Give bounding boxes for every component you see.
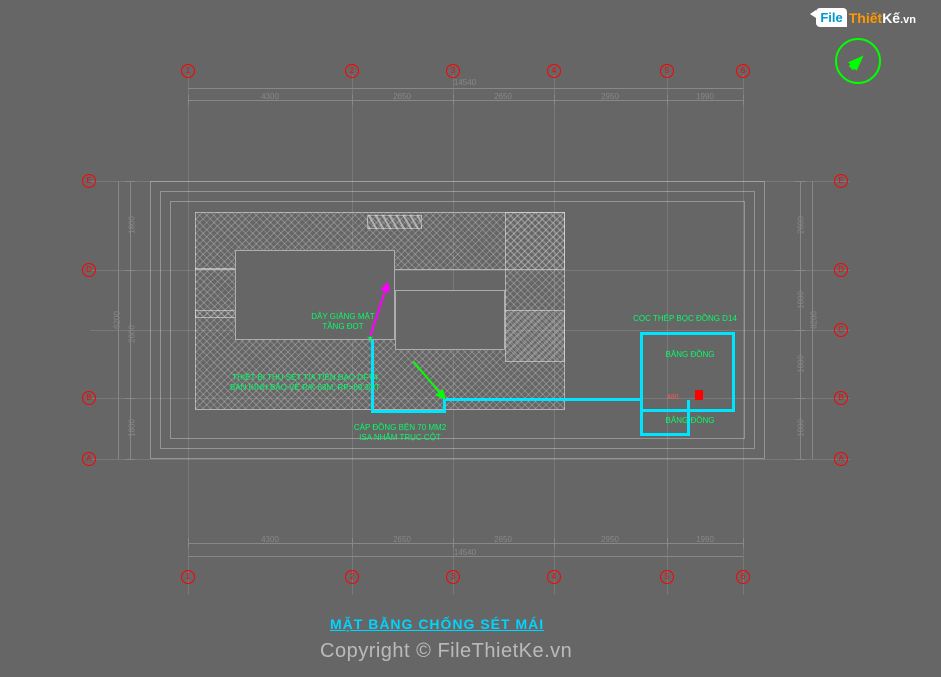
- dim-top-1: 4300: [261, 92, 279, 101]
- dim-left-2: 2600: [127, 325, 136, 343]
- grid-bubble-row-E-left: E: [82, 174, 96, 188]
- ground-pit: [640, 332, 735, 412]
- dim-tick: [352, 95, 353, 105]
- dim-right-overall: 6200: [809, 311, 818, 329]
- grid-bubble-col-6-top: 6: [736, 64, 750, 78]
- dim-right-1: 2600: [796, 216, 805, 234]
- annotation-rod: CỌC THÉP BỌC ĐỒNG D14: [615, 314, 755, 324]
- dim-right-3: 1800: [796, 355, 805, 373]
- dim-tick: [125, 398, 135, 399]
- grid-bubble-row-D-left: D: [82, 263, 96, 277]
- dim-tick: [352, 538, 353, 548]
- dim-left-overall: 6200: [112, 311, 121, 329]
- grid-bubble-col-4-bot: 4: [547, 570, 561, 584]
- dim-bot-4: 2950: [601, 535, 619, 544]
- ground-rod-marker-icon: [695, 390, 703, 400]
- grid-bubble-row-C-right: C: [834, 323, 848, 337]
- dim-tick: [795, 330, 805, 331]
- grid-bubble-row-A-left: A: [82, 452, 96, 466]
- gridline-A: [90, 459, 850, 460]
- dim-tick: [188, 538, 189, 548]
- dim-tick: [125, 181, 135, 182]
- grid-bubble-row-B-right: B: [834, 391, 848, 405]
- grid-bubble-row-E-right: E: [834, 174, 848, 188]
- dim-tick: [125, 459, 135, 460]
- drawing-title: MẶT BẰNG CHỐNG SÉT MÁI: [330, 616, 544, 632]
- dim-tick: [453, 538, 454, 548]
- dim-tick: [554, 538, 555, 548]
- dim-tick: [667, 95, 668, 105]
- dim-line-top-overall: [188, 88, 743, 89]
- hatch-strip: [367, 215, 422, 229]
- dim-top-overall: 14540: [454, 78, 476, 87]
- grid-bubble-col-3-bot: 3: [446, 570, 460, 584]
- grid-bubble-col-5-bot: 5: [660, 570, 674, 584]
- dim-tick: [795, 270, 805, 271]
- grid-bubble-col-2-top: 2: [345, 64, 359, 78]
- dim-tick: [554, 95, 555, 105]
- dim-tick: [743, 95, 744, 105]
- ground-dim: 480: [667, 394, 679, 401]
- annotation-wire: DÂY GIĂNG MẶT TẦNG ĐOT: [288, 312, 398, 333]
- annotation-cable: CÁP ĐỒNG BỆN 70 MM2 ISA NHẮM TRỤC CỘT: [330, 423, 470, 444]
- watermark: Copyright © FileThietKe.vn: [320, 640, 572, 663]
- annotation-strap-1: BĂNG ĐỒNG: [650, 350, 730, 360]
- dim-tick: [795, 398, 805, 399]
- grid-bubble-col-5-top: 5: [660, 64, 674, 78]
- dim-left-1: 1800: [127, 216, 136, 234]
- dim-bot-3: 2650: [494, 535, 512, 544]
- annotation-strap-2: BĂNG ĐỒNG: [650, 416, 730, 426]
- grid-bubble-col-1-bot: 1: [181, 570, 195, 584]
- grid-bubble-col-3-top: 3: [446, 64, 460, 78]
- grid-bubble-row-A-right: A: [834, 452, 848, 466]
- dim-bot-overall: 14540: [454, 548, 476, 557]
- dim-tick: [795, 181, 805, 182]
- dim-tick: [125, 270, 135, 271]
- roof-opening-right: [395, 290, 505, 350]
- dim-top-4: 2950: [601, 92, 619, 101]
- grid-bubble-col-6-bot: 6: [736, 570, 750, 584]
- dim-bot-5: 1990: [696, 535, 714, 544]
- grid-bubble-col-4-top: 4: [547, 64, 561, 78]
- dim-bot-2: 2650: [393, 535, 411, 544]
- cable-horizontal-1: [371, 410, 446, 413]
- dim-tick: [188, 95, 189, 105]
- dim-tick: [667, 538, 668, 548]
- floor-plan-drawing: 1 2 3 4 5 6 1 2 3 4 5 6 E D B A E D C B …: [0, 0, 941, 677]
- grid-bubble-row-D-right: D: [834, 263, 848, 277]
- dim-bot-1: 4300: [261, 535, 279, 544]
- dim-tick: [795, 459, 805, 460]
- dim-right-2: 1800: [796, 291, 805, 309]
- dim-top-3: 2650: [494, 92, 512, 101]
- grid-bubble-col-2-bot: 2: [345, 570, 359, 584]
- grid-bubble-row-B-left: B: [82, 391, 96, 405]
- dim-left-3: 1800: [127, 419, 136, 437]
- annotation-device: THIẾT BỊ THU SÉT TIA TIÊN ĐẠO OFT4 BÁN K…: [215, 373, 395, 394]
- dim-tick: [743, 538, 744, 548]
- grid-bubble-col-1-top: 1: [181, 64, 195, 78]
- dim-right-4: 1800: [796, 419, 805, 437]
- dim-top-5: 1990: [696, 92, 714, 101]
- dim-top-2: 2650: [393, 92, 411, 101]
- cable-horizontal-3: [640, 433, 690, 436]
- dim-tick: [453, 95, 454, 105]
- cable-horizontal-2: [443, 398, 643, 401]
